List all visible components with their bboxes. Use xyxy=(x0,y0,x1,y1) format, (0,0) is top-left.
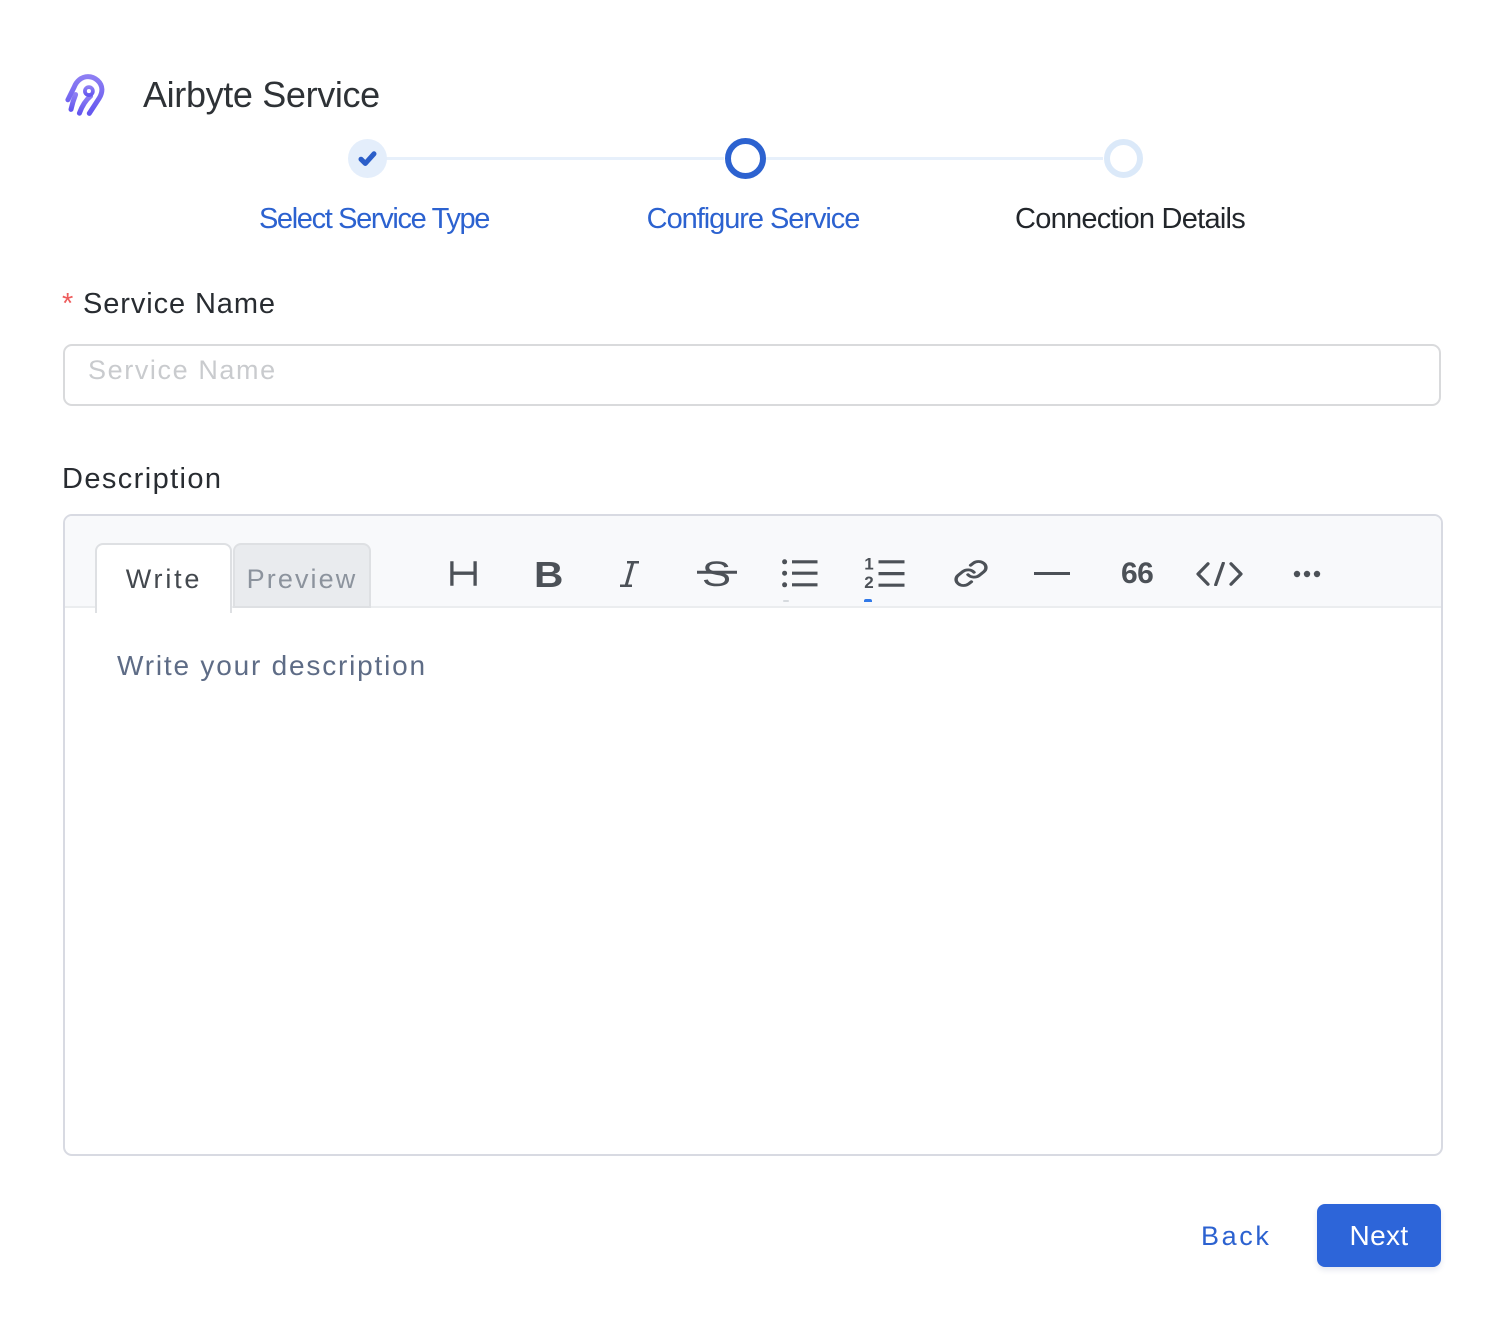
svg-text:1: 1 xyxy=(864,556,873,574)
svg-text:2: 2 xyxy=(864,573,873,590)
